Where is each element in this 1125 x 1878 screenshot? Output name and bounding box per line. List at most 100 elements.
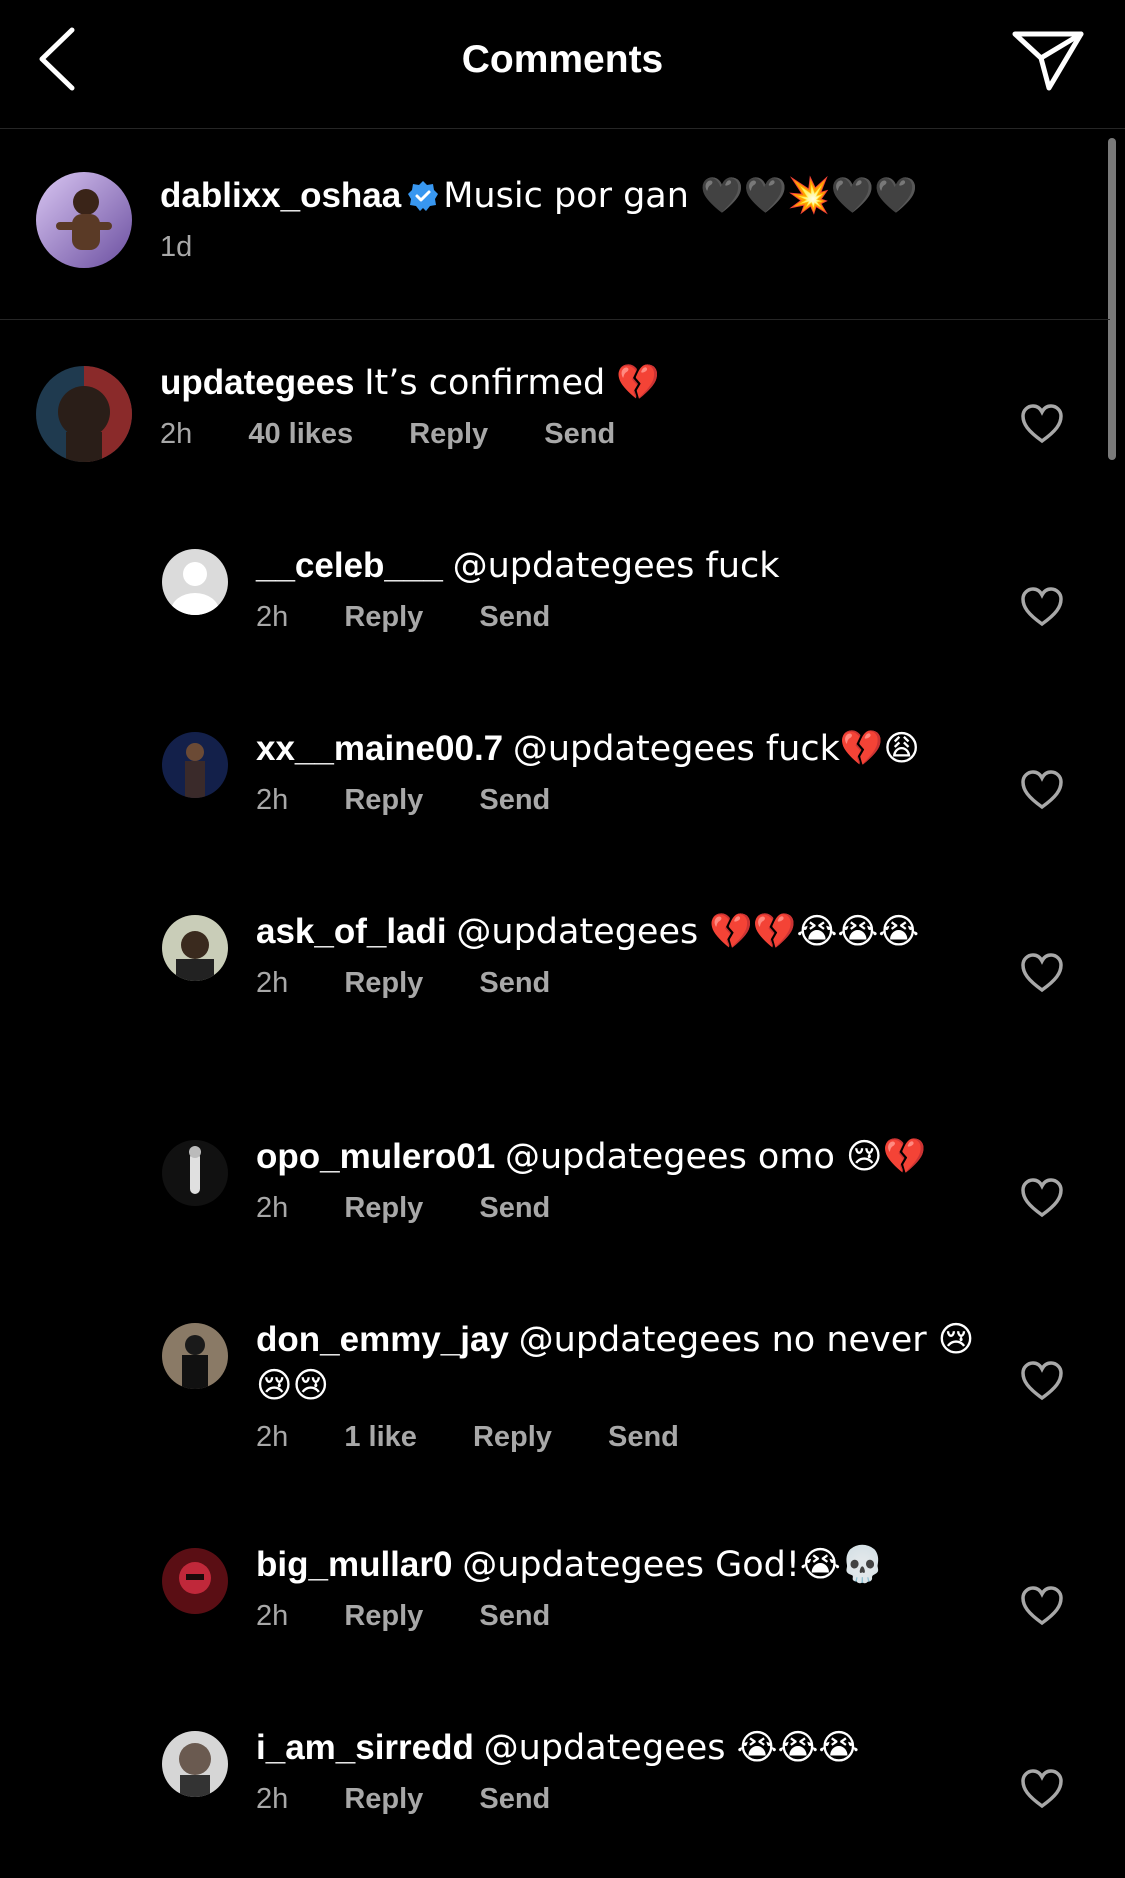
comment-meta: 2h Reply Send (256, 967, 976, 1000)
comment-line: opo_mulero01 @updategees omo 😢💔 (256, 1134, 976, 1180)
share-button[interactable] (1009, 28, 1087, 94)
send-button[interactable]: Send (479, 1192, 550, 1224)
comment-time: 2h (256, 1783, 289, 1815)
send-button[interactable]: Send (479, 784, 550, 816)
comment-meta: 2h Reply Send (256, 601, 976, 634)
comment-item: __celeb___ @updategees fuck 2h Reply Sen… (0, 543, 1110, 673)
comment-body: updategees It’s confirmed 💔 2h 40 likes … (160, 360, 980, 451)
send-button[interactable]: Send (479, 1600, 550, 1632)
comment-item: ask_of_ladi @updategees 💔💔😭😭😭 2h Reply S… (0, 909, 1110, 1079)
reply-button[interactable]: Reply (344, 967, 423, 999)
comment-item: don_emmy_jay @updategees no never 😢😢😢 2h… (0, 1317, 1110, 1487)
verified-badge-icon (408, 181, 439, 211)
comment-text: @updategees fuck💔😩 (512, 729, 920, 769)
caption-text: Music por gan 🖤🖤💥🖤🖤 (443, 176, 918, 216)
comment-time: 2h (160, 418, 193, 450)
send-button[interactable]: Send (544, 418, 615, 450)
comment-line: i_am_sirredd @updategees 😭😭😭 (256, 1725, 976, 1771)
comment-item: opo_mulero01 @updategees omo 😢💔 2h Reply… (0, 1134, 1110, 1264)
caption-meta: 1d (160, 231, 1060, 264)
comment-line: ask_of_ladi @updategees 💔💔😭😭😭 (256, 909, 976, 955)
comment-time: 2h (256, 1421, 289, 1453)
reply-button[interactable]: Reply (344, 1192, 423, 1224)
comment-meta: 2h Reply Send (256, 1192, 976, 1225)
comment-likes[interactable]: 40 likes (248, 418, 353, 450)
reply-button[interactable]: Reply (344, 1600, 423, 1632)
comment-body: big_mullar0 @updategees God!😭💀 2h Reply … (256, 1542, 976, 1633)
comment-item: xx__maine00.7 @updategees fuck💔😩 2h Repl… (0, 726, 1110, 856)
heart-icon[interactable] (1020, 1769, 1064, 1809)
comment-item: big_mullar0 @updategees God!😭💀 2h Reply … (0, 1542, 1110, 1672)
heart-icon[interactable] (1020, 770, 1064, 810)
comment-line: updategees It’s confirmed 💔 (160, 360, 980, 406)
comment-line: __celeb___ @updategees fuck (256, 543, 976, 589)
comment-body: opo_mulero01 @updategees omo 😢💔 2h Reply… (256, 1134, 976, 1225)
send-button[interactable]: Send (608, 1421, 679, 1453)
comment-username[interactable]: don_emmy_jay (256, 1320, 509, 1359)
comment-text: @updategees omo 😢💔 (504, 1137, 927, 1177)
caption-time: 1d (160, 231, 193, 263)
avatar[interactable] (162, 549, 228, 615)
send-button[interactable]: Send (479, 601, 550, 633)
avatar[interactable] (162, 732, 228, 798)
comment-text: @updategees 😭😭😭 (483, 1728, 860, 1768)
avatar[interactable] (162, 1548, 228, 1614)
comment-body: __celeb___ @updategees fuck 2h Reply Sen… (256, 543, 976, 634)
reply-button[interactable]: Reply (409, 418, 488, 450)
comment-meta: 2h 40 likes Reply Send (160, 418, 980, 451)
comment-username[interactable]: xx__maine00.7 (256, 729, 503, 768)
comment-time: 2h (256, 1600, 289, 1632)
heart-icon[interactable] (1020, 404, 1064, 444)
comment-body: i_am_sirredd @updategees 😭😭😭 2h Reply Se… (256, 1725, 976, 1816)
heart-icon[interactable] (1020, 1178, 1064, 1218)
reply-button[interactable]: Reply (344, 601, 423, 633)
comment-time: 2h (256, 784, 289, 816)
caption-username[interactable]: dablixx_oshaa (160, 176, 401, 215)
comment-username[interactable]: big_mullar0 (256, 1545, 452, 1584)
comment-likes[interactable]: 1 like (344, 1421, 417, 1453)
comment-line: don_emmy_jay @updategees no never 😢😢😢 (256, 1317, 976, 1409)
avatar[interactable] (36, 172, 132, 268)
heart-icon[interactable] (1020, 587, 1064, 627)
comment-text: @updategees God!😭💀 (462, 1545, 885, 1585)
comment-username[interactable]: opo_mulero01 (256, 1137, 495, 1176)
reply-button[interactable]: Reply (473, 1421, 552, 1453)
caption-body: dablixx_oshaa Music por gan 🖤🖤💥🖤🖤 1d (160, 173, 1060, 264)
heart-icon[interactable] (1020, 1586, 1064, 1626)
avatar[interactable] (162, 1140, 228, 1206)
comment-body: don_emmy_jay @updategees no never 😢😢😢 2h… (256, 1317, 976, 1454)
avatar[interactable] (162, 1323, 228, 1389)
comment-time: 2h (256, 601, 289, 633)
comment-body: xx__maine00.7 @updategees fuck💔😩 2h Repl… (256, 726, 976, 817)
comment-text: @updategees fuck (452, 546, 780, 586)
heart-icon[interactable] (1020, 953, 1064, 993)
avatar[interactable] (36, 366, 132, 462)
comment-line: big_mullar0 @updategees God!😭💀 (256, 1542, 976, 1588)
avatar[interactable] (162, 915, 228, 981)
comment-line: xx__maine00.7 @updategees fuck💔😩 (256, 726, 976, 772)
heart-icon[interactable] (1020, 1361, 1064, 1401)
comment-username[interactable]: updategees (160, 363, 355, 402)
page-title: Comments (461, 38, 664, 81)
comment-item: i_am_sirredd @updategees 😭😭😭 2h Reply Se… (0, 1725, 1110, 1855)
comment-item: updategees It’s confirmed 💔 2h 40 likes … (0, 360, 1110, 510)
comment-username[interactable]: __celeb___ (256, 546, 443, 585)
comment-meta: 2h Reply Send (256, 1783, 976, 1816)
comments-screen: Comments dablixx_oshaa Music por gan 🖤🖤💥… (0, 0, 1125, 1878)
comment-text: It’s confirmed 💔 (364, 363, 660, 403)
comment-username[interactable]: i_am_sirredd (256, 1728, 474, 1767)
header-bar: Comments (0, 0, 1125, 129)
reply-button[interactable]: Reply (344, 784, 423, 816)
comment-username[interactable]: ask_of_ladi (256, 912, 447, 951)
avatar[interactable] (162, 1731, 228, 1797)
send-button[interactable]: Send (479, 1783, 550, 1815)
paper-plane-icon (1012, 31, 1084, 91)
comment-time: 2h (256, 1192, 289, 1224)
comment-meta: 2h Reply Send (256, 784, 976, 817)
send-button[interactable]: Send (479, 967, 550, 999)
comment-meta: 2h Reply Send (256, 1600, 976, 1633)
comment-text: @updategees 💔💔😭😭😭 (456, 912, 920, 952)
comment-meta: 2h 1 like Reply Send (256, 1421, 976, 1454)
caption-line: dablixx_oshaa Music por gan 🖤🖤💥🖤🖤 (160, 173, 1060, 219)
reply-button[interactable]: Reply (344, 1783, 423, 1815)
